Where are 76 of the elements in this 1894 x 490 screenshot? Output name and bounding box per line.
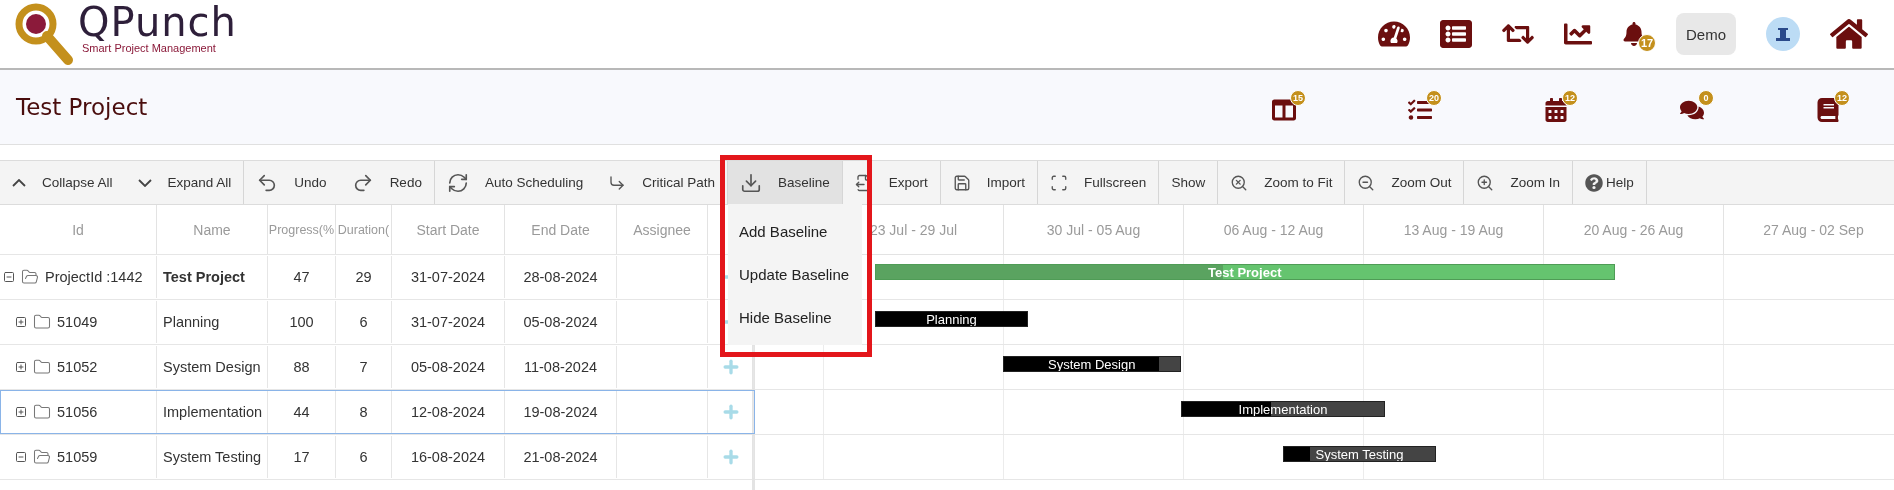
progress-text: 88 bbox=[293, 359, 310, 375]
end-date-text: 19-08-2024 bbox=[523, 404, 598, 420]
duration-text: 7 bbox=[359, 359, 368, 375]
id-text: ProjectId :1442 bbox=[45, 269, 143, 285]
duration-text: 6 bbox=[359, 314, 368, 330]
grid-row[interactable]: 51059 System Testing 17 6 16-08-2024 21-08-2024 bbox=[0, 435, 708, 479]
week-header: 13 Aug - 19 Aug bbox=[1363, 205, 1543, 254]
task-bar[interactable]: Implementation bbox=[1181, 401, 1385, 417]
menu-item[interactable]: Update Baseline bbox=[728, 253, 862, 296]
toolbar-button[interactable]: Fullscreen bbox=[1038, 161, 1160, 204]
menu-item[interactable]: Add Baseline bbox=[728, 210, 862, 253]
name-text: System Testing bbox=[163, 449, 262, 465]
toolbar-button[interactable]: Show bbox=[1159, 161, 1219, 204]
count-badge: 0 bbox=[1698, 90, 1714, 106]
grid-row[interactable]: 51056 Implementation 44 8 12-08-2024 19-08-2024 bbox=[0, 390, 708, 434]
start-date-text: 31-07-2024 bbox=[410, 314, 486, 330]
grid-row[interactable]: ProjectId :1442 Test Project 47 29 31-07-2024 28-08-2024 bbox=[0, 255, 708, 299]
count-badge: 20 bbox=[1426, 90, 1442, 106]
progress-text: 44 bbox=[293, 404, 310, 420]
menu-item[interactable]: Hide Baseline bbox=[728, 296, 862, 339]
name-text: Planning bbox=[163, 314, 220, 330]
name-text: System Design bbox=[163, 359, 261, 375]
user-button[interactable]: Demo bbox=[1676, 13, 1736, 55]
bar-label: Test Project bbox=[1208, 265, 1282, 279]
grid-row[interactable]: 51049 Planning 100 6 31-07-2024 05-08-2024 bbox=[0, 300, 708, 344]
notification-count: 17 bbox=[1638, 34, 1656, 52]
project-title: Test Project bbox=[16, 94, 148, 120]
toolbar-button[interactable]: Import bbox=[940, 161, 1039, 204]
toolbar-button[interactable]: Export bbox=[842, 161, 941, 204]
count-badge: 12 bbox=[1562, 90, 1578, 106]
count-badge: 15 bbox=[1290, 90, 1306, 106]
toolbar-button[interactable]: Redo bbox=[339, 161, 435, 204]
bar-label: System Testing bbox=[1315, 447, 1404, 461]
toolbar-button[interactable]: Undo bbox=[244, 161, 340, 204]
bar-label: Implementation bbox=[1238, 402, 1328, 416]
start-date-text: 31-07-2024 bbox=[410, 269, 486, 285]
week-header: 20 Aug - 26 Aug bbox=[1543, 205, 1723, 254]
end-date-text: 28-08-2024 bbox=[523, 269, 598, 285]
bar-label: Planning bbox=[926, 312, 977, 326]
progress-text: 47 bbox=[293, 269, 310, 285]
id-text: 51049 bbox=[57, 314, 98, 330]
name-text: Test Project bbox=[163, 269, 245, 285]
task-bar[interactable]: System Design bbox=[1002, 356, 1181, 372]
toolbar-button[interactable]: Zoom In bbox=[1464, 161, 1573, 204]
end-date-text: 11-08-2024 bbox=[523, 359, 598, 375]
toolbar-button[interactable]: Expand All bbox=[125, 161, 245, 204]
toolbar-button[interactable]: Zoom Out bbox=[1345, 161, 1465, 204]
task-bar[interactable]: System Testing bbox=[1283, 446, 1436, 462]
logo-name: QPunch bbox=[78, 2, 237, 42]
grid-row[interactable]: 51052 System Design 88 7 05-08-2024 11-08-2024 bbox=[0, 345, 708, 389]
duration-text: 29 bbox=[355, 269, 372, 285]
week-header: 06 Aug - 12 Aug bbox=[1183, 205, 1363, 254]
start-date-text: 12-08-2024 bbox=[410, 404, 486, 420]
toolbar-button[interactable]: Zoom to Fit bbox=[1218, 161, 1346, 204]
week-header: 27 Aug - 02 Sep bbox=[1723, 205, 1894, 254]
logo-tagline: Smart Project Management bbox=[82, 42, 217, 54]
toolbar-button[interactable]: Help bbox=[1573, 161, 1647, 204]
bar-label: System Design bbox=[1048, 357, 1136, 371]
toolbar-button[interactable]: Auto Scheduling bbox=[434, 161, 597, 204]
id-text: 51052 bbox=[57, 359, 98, 375]
start-date-text: 16-08-2024 bbox=[410, 449, 486, 465]
progress-text: 17 bbox=[293, 449, 310, 465]
toolbar-button[interactable]: Baseline bbox=[728, 161, 843, 204]
id-text: 51056 bbox=[57, 404, 98, 420]
duration-text: 8 bbox=[359, 404, 368, 420]
end-date-text: 21-08-2024 bbox=[523, 449, 598, 465]
progress-text: 100 bbox=[289, 314, 314, 330]
task-bar[interactable]: Planning bbox=[875, 311, 1028, 327]
end-date-text: 05-08-2024 bbox=[523, 314, 598, 330]
duration-text: 6 bbox=[359, 449, 368, 465]
name-text: Implementation bbox=[163, 404, 263, 420]
toolbar-button[interactable]: Collapse All bbox=[0, 161, 126, 204]
week-header: 30 Jul - 05 Aug bbox=[1003, 205, 1183, 254]
count-badge: 12 bbox=[1834, 90, 1850, 106]
id-text: 51059 bbox=[57, 449, 98, 465]
start-date-text: 05-08-2024 bbox=[410, 359, 486, 375]
